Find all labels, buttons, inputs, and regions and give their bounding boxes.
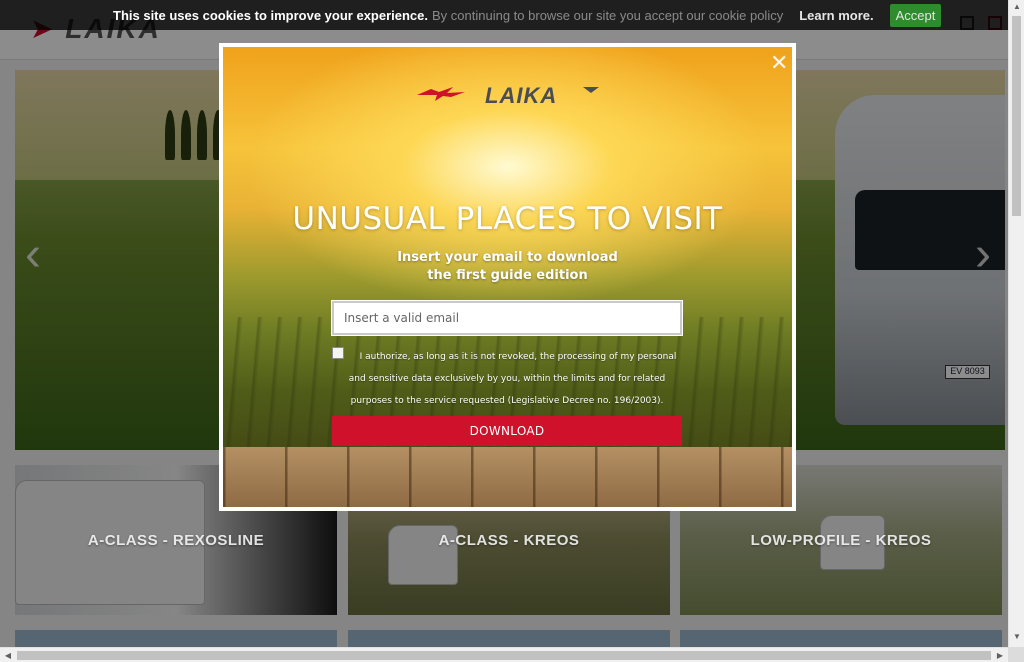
close-icon[interactable]: ✕ (770, 53, 788, 75)
logo-text: LAIKA (485, 83, 557, 107)
cookie-bar: This site uses cookies to improve your e… (0, 0, 1008, 30)
tile-label: A-CLASS - REXOSLINE (87, 531, 265, 549)
horizontal-scrollbar[interactable]: ◀ ▶ (0, 647, 1008, 662)
wood-planks-image (223, 447, 792, 507)
download-button[interactable]: DOWNLOAD (332, 416, 682, 446)
cookie-message: This site uses cookies to improve your e… (113, 7, 429, 23)
scroll-down-icon[interactable]: ▼ (1009, 630, 1024, 644)
scroll-right-icon[interactable]: ▶ (992, 648, 1008, 662)
scroll-left-icon[interactable]: ◀ (0, 648, 16, 662)
newsletter-modal: ✕ LAIKA UNUSUAL PLACES TO VISIT Insert y… (219, 43, 796, 511)
vertical-scrollbar[interactable]: ▲ ▼ (1008, 0, 1024, 647)
tile-label: LOW-PROFILE - KREOS (750, 531, 932, 549)
consent-checkbox[interactable] (332, 347, 344, 359)
scroll-thumb[interactable] (1012, 16, 1021, 216)
modal-subtitle: Insert your email to download the first … (397, 250, 618, 283)
scroll-up-icon[interactable]: ▲ (1009, 0, 1024, 14)
modal-content: ✕ LAIKA UNUSUAL PLACES TO VISIT Insert y… (223, 47, 792, 507)
tile-label: A-CLASS - KREOS (438, 531, 580, 549)
laika-logo: LAIKA (417, 83, 599, 107)
cookie-policy-text: By continuing to browse our site you acc… (432, 7, 784, 23)
consent-text: I authorize, as long as it is not revoke… (348, 352, 677, 406)
scroll-thumb-horizontal[interactable] (17, 651, 991, 660)
learn-more-link[interactable]: Learn more. (799, 8, 873, 23)
accept-cookies-button[interactable]: Accept (889, 3, 942, 27)
email-field[interactable] (331, 300, 683, 336)
modal-title: UNUSUAL PLACES TO VISIT (292, 201, 723, 237)
